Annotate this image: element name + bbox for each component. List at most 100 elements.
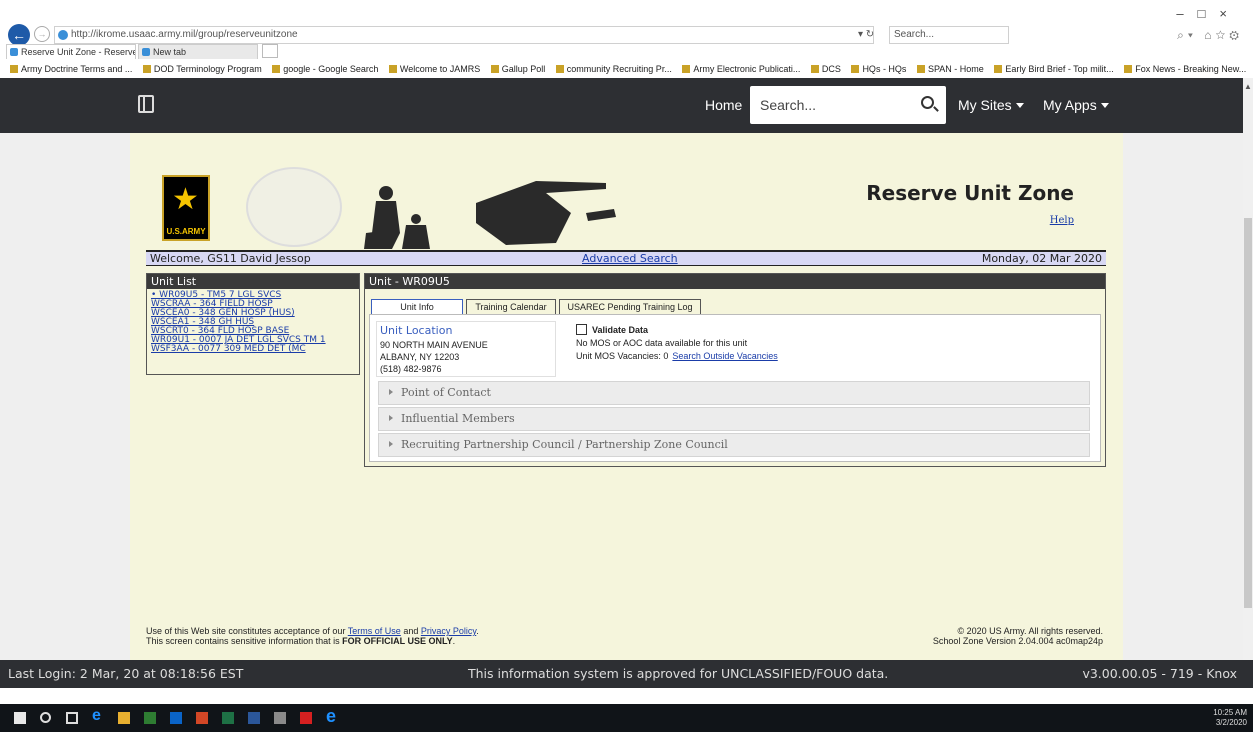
welcome-text: Welcome, GS11 David Jessop — [150, 252, 311, 265]
army-logo-text: U.S.ARMY — [166, 227, 206, 236]
unit-location-box: Unit Location 90 NORTH MAIN AVENUE ALBAN… — [376, 321, 556, 377]
task-view-icon[interactable] — [66, 712, 78, 724]
unit-list-item[interactable]: WSF3AA - 0077 309 MED DET (MC — [151, 345, 355, 354]
powerpoint-icon[interactable] — [196, 712, 208, 724]
scroll-up-icon[interactable]: ▲ — [1244, 82, 1252, 91]
acrobat-pdf-icon[interactable] — [300, 712, 312, 724]
windows-start-icon[interactable] — [14, 712, 26, 724]
expand-arrow-icon — [389, 389, 393, 395]
my-sites-label: My Sites — [958, 97, 1012, 113]
page-scrollbar[interactable]: ▲ — [1243, 78, 1253, 660]
scrollbar-thumb[interactable] — [1244, 218, 1252, 608]
favorite-link[interactable]: Gallup Poll — [490, 62, 546, 76]
recruiting-partnership-council-section[interactable]: Recruiting Partnership Council / Partner… — [378, 433, 1090, 457]
app-version: v3.00.00.05 - 719 - Knox — [1082, 666, 1237, 681]
search-icon[interactable] — [921, 96, 934, 109]
status-bar: Last Login: 2 Mar, 20 at 08:18:56 EST Th… — [0, 660, 1253, 688]
browser-tab-new-tab[interactable]: New tab — [138, 44, 258, 59]
version-text: School Zone Version 2.04.004 ac0map24p — [932, 636, 1103, 646]
star-icon — [10, 65, 18, 73]
internet-explorer-icon[interactable]: e — [326, 706, 344, 726]
favorite-label: community Recruiting Pr... — [566, 64, 672, 74]
tab-training-calendar[interactable]: Training Calendar — [466, 299, 556, 315]
favorite-label: Gallup Poll — [501, 64, 546, 74]
cortana-search-icon[interactable] — [40, 712, 51, 723]
reserve-unit-zone-content: ★ U.S.ARMY Reserve Unit Zone Help Welcom… — [130, 133, 1123, 660]
word-icon[interactable] — [248, 712, 260, 724]
favorite-link[interactable]: Welcome to JAMRS — [388, 62, 481, 76]
caret-down-icon — [1100, 103, 1109, 108]
browser-toolbar-icons[interactable]: ⌕▾ ⌂☆⚙ — [1177, 28, 1243, 43]
favorite-link[interactable]: community Recruiting Pr... — [555, 62, 672, 76]
refresh-icon[interactable]: ▾ ↻ — [858, 29, 874, 40]
edge-browser-icon[interactable]: e — [92, 707, 104, 724]
unit-list-items: • WR09U5 - TM5 7 LGL SVCS WSCRAA - 364 F… — [147, 289, 359, 356]
address-bar[interactable]: http://ikrome.usaac.army.mil/group/reser… — [54, 26, 874, 44]
nav-search-input[interactable] — [760, 95, 910, 115]
excel-icon[interactable] — [222, 712, 234, 724]
advanced-search-link[interactable]: Advanced Search — [582, 252, 678, 266]
calculator-icon[interactable] — [274, 712, 286, 724]
site-icon — [994, 65, 1003, 73]
mos-vacancies: Unit MOS Vacancies: 0 Search Outside Vaca… — [576, 351, 778, 361]
favorite-label: SPAN - Home — [927, 64, 984, 74]
banner: ★ U.S.ARMY Reserve Unit Zone Help — [146, 161, 1106, 249]
current-date: Monday, 02 Mar 2020 — [981, 252, 1102, 265]
search-outside-vacancies-link[interactable]: Search Outside Vacancies — [672, 351, 777, 361]
favorite-link[interactable]: SPAN - Home — [916, 62, 984, 76]
browser-tab-reserve-unit-zone[interactable]: Reserve Unit Zone - Reserve... × — [6, 44, 136, 59]
validate-data-checkbox[interactable] — [576, 324, 587, 335]
favorite-label: Welcome to JAMRS — [399, 64, 481, 74]
back-arrow-icon[interactable]: ← — [8, 24, 30, 46]
welcome-bar: Welcome, GS11 David Jessop Advanced Sear… — [146, 250, 1106, 266]
favorite-label: Army Doctrine Terms and ... — [21, 64, 133, 74]
footer-text: and — [403, 626, 419, 636]
unit-list-panel: Unit List • WR09U5 - TM5 7 LGL SVCS WSCR… — [146, 273, 360, 375]
privacy-policy-link[interactable]: Privacy Policy — [421, 626, 476, 636]
favorite-link[interactable]: DOD Terminology Program — [142, 62, 262, 76]
section-label: Point of Contact — [401, 386, 491, 399]
google-icon — [272, 65, 281, 73]
point-of-contact-section[interactable]: Point of Contact — [378, 381, 1090, 405]
window-controls[interactable]: –□× — [1176, 6, 1241, 21]
file-explorer-icon[interactable] — [118, 712, 130, 724]
project-app-icon[interactable] — [144, 712, 156, 724]
influential-members-section[interactable]: Influential Members — [378, 407, 1090, 431]
sidebar-toggle-icon[interactable] — [138, 95, 154, 113]
browser-tab-strip: Reserve Unit Zone - Reserve... × New tab — [0, 44, 1253, 60]
outlook-icon[interactable] — [170, 712, 182, 724]
favorite-link[interactable]: Fox News - Breaking New... — [1124, 62, 1246, 76]
browser-tab-label: New tab — [153, 47, 187, 57]
favorite-link[interactable]: google - Google Search — [272, 62, 378, 76]
browser-search-input[interactable]: Search... — [889, 26, 1009, 44]
favorite-link[interactable]: Army Doctrine Terms and ... — [10, 62, 132, 76]
footer-line-1: Use of this Web site constitutes accepta… — [146, 626, 479, 636]
tab-usarec-pending-training-log[interactable]: USAREC Pending Training Log — [559, 299, 701, 315]
system-clock[interactable]: 10:25 AM 3/2/2020 — [1213, 708, 1247, 728]
favorite-link[interactable]: Army Electronic Publicati... — [682, 62, 800, 76]
caret-down-icon — [1015, 103, 1024, 108]
site-icon — [851, 65, 860, 73]
tab-unit-info[interactable]: Unit Info — [371, 299, 463, 315]
favorites-bar: Army Doctrine Terms and ... DOD Terminol… — [0, 62, 1253, 78]
fouo-notice: FOR OFFICIAL USE ONLY — [342, 636, 453, 646]
page-title: Reserve Unit Zone — [866, 181, 1074, 205]
favorite-label: HQs - HQs — [862, 64, 907, 74]
site-favicon-icon — [58, 30, 68, 40]
classification-notice: This information system is approved for … — [468, 666, 889, 681]
new-tab-button[interactable] — [262, 44, 278, 58]
forward-arrow-icon[interactable]: → — [34, 26, 50, 42]
help-link[interactable]: Help — [1050, 215, 1074, 226]
favorite-label: Early Bird Brief - Top milit... — [1005, 64, 1114, 74]
favorite-link[interactable]: Early Bird Brief - Top milit... — [994, 62, 1114, 76]
tab-favicon-icon — [142, 48, 150, 56]
nav-home-link[interactable]: Home — [705, 97, 742, 113]
my-apps-menu[interactable]: My Apps — [1043, 97, 1109, 113]
mos-status-text: No MOS or AOC data available for this un… — [576, 338, 748, 348]
favorite-link[interactable]: DCS — [810, 62, 841, 76]
favorite-link[interactable]: HQs - HQs — [851, 62, 906, 76]
terms-of-use-link[interactable]: Terms of Use — [348, 626, 401, 636]
footer-notice: Use of this Web site constitutes accepta… — [146, 626, 479, 646]
my-sites-menu[interactable]: My Sites — [958, 97, 1024, 113]
site-icon — [916, 65, 925, 73]
